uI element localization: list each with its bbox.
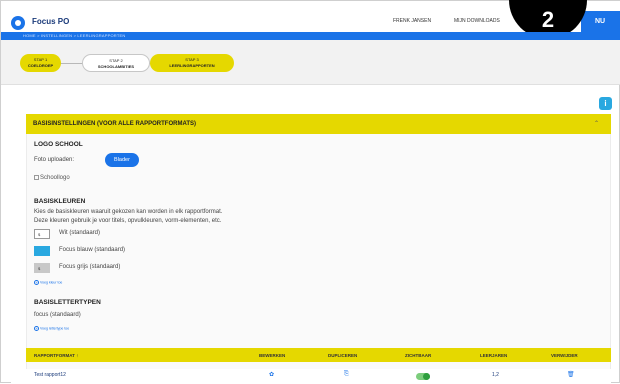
col-dupliceren: DUPLICEREN [328,353,358,358]
plus-circle-icon: + [34,326,39,331]
col-rapportformat-label: RAPPORTFORMAT [34,353,75,358]
col-rapportformat[interactable]: RAPPORTFORMAT ↑ [34,353,78,358]
color-label-grey: Focus grijs (standaard) [59,264,121,270]
app-title[interactable]: Focus PO [32,17,69,26]
delete-trash-icon[interactable]: 🗑 [567,371,575,378]
user-name-link[interactable]: FRENK JANSEN [393,18,431,24]
add-font-link[interactable]: + Voeg lettertype toe [34,326,69,331]
add-color-label: Voeg kleur toe [40,280,63,285]
color-label-white: Wit (standaard) [59,230,101,236]
broken-image-icon [34,175,39,180]
color-swatch-grey[interactable]: $ [34,263,50,273]
duplicate-icon[interactable]: ⎘ [344,371,349,378]
chevron-up-icon[interactable]: ⌃ [594,120,599,127]
breadcrumb: HOME > INSTELLINGEN > LEERLINGRAPPORTEN [1,32,620,40]
logo-heading: LOGO SCHOOL [34,141,83,148]
color-swatch-white[interactable]: $ [34,229,50,239]
step-1[interactable]: STAP 1 COELDROEP [20,54,61,72]
step-2[interactable]: STAP 2 SCHOOLAMBITIES [82,54,150,72]
breadcrumb-text[interactable]: HOME > INSTELLINGEN > LEERLINGRAPPORTEN [23,33,125,38]
color-label-blue: Focus blauw (standaard) [59,247,126,253]
app-window: Focus PO FRENK JANSEN MIJN DOWNLOADS NU … [0,0,620,384]
upload-label: Foto uploaden: [34,157,75,163]
report-name[interactable]: Test rapport12 [34,372,66,378]
colors-description-2: Deze kleuren gebruik je voor titels, opv… [34,218,222,224]
section-header[interactable]: BASISINSTELLINGEN (VOOR ALLE RAPPORTFORM… [26,114,611,134]
step-3[interactable]: STAP 3 LEERLINGRAPPORTEN [150,54,234,72]
step-1-label: COELDROEP [27,63,54,68]
col-verwijder: VERWIJDER [551,353,578,358]
leerjaren-value: 1,2 [492,372,499,378]
col-zichtbaar: ZICHTBAAR [405,353,432,358]
section-title: BASISINSTELLINGEN (VOOR ALLE RAPPORTFORM… [33,121,196,127]
edit-gear-icon[interactable]: ✿ [269,371,274,378]
colors-heading: BASISKLEUREN [34,198,86,205]
app-logo-icon[interactable] [11,16,25,30]
school-logo-image: Schoollogo [34,175,70,181]
fonts-heading: BASISLETTERTYPEN [34,299,101,306]
fonts-value: focus (standaard) [34,312,81,318]
my-downloads-link[interactable]: MIJN DOWNLOADS [454,18,500,24]
add-color-link[interactable]: + Voeg kleur toe [34,280,62,285]
visible-toggle[interactable] [416,373,430,380]
color-swatch-blue[interactable] [34,246,50,256]
menu-button[interactable]: NU [581,11,620,33]
table-header: RAPPORTFORMAT ↑ BEWERKEN DUPLICEREN ZICH… [26,348,611,362]
add-font-label: Voeg lettertype toe [40,326,70,331]
info-icon[interactable]: i [599,97,612,110]
col-leerjaren: LEERJAREN [480,353,508,358]
col-bewerken: BEWERKEN [259,353,286,358]
sort-up-icon: ↑ [76,353,79,358]
school-logo-alt: Schoollogo [40,175,70,182]
colors-description-1: Kies de basiskleuren waaruit gekozen kan… [34,209,223,215]
table-row: Test rapport12 ✿ ⎘ 1,2 🗑 [26,369,611,384]
step-3-label: LEERLINGRAPPORTEN [169,63,215,68]
browse-button[interactable]: Blader [105,153,139,167]
plus-circle-icon: + [34,280,39,285]
step-2-label: SCHOOLAMBITIES [97,64,135,69]
settings-panel [26,134,611,384]
